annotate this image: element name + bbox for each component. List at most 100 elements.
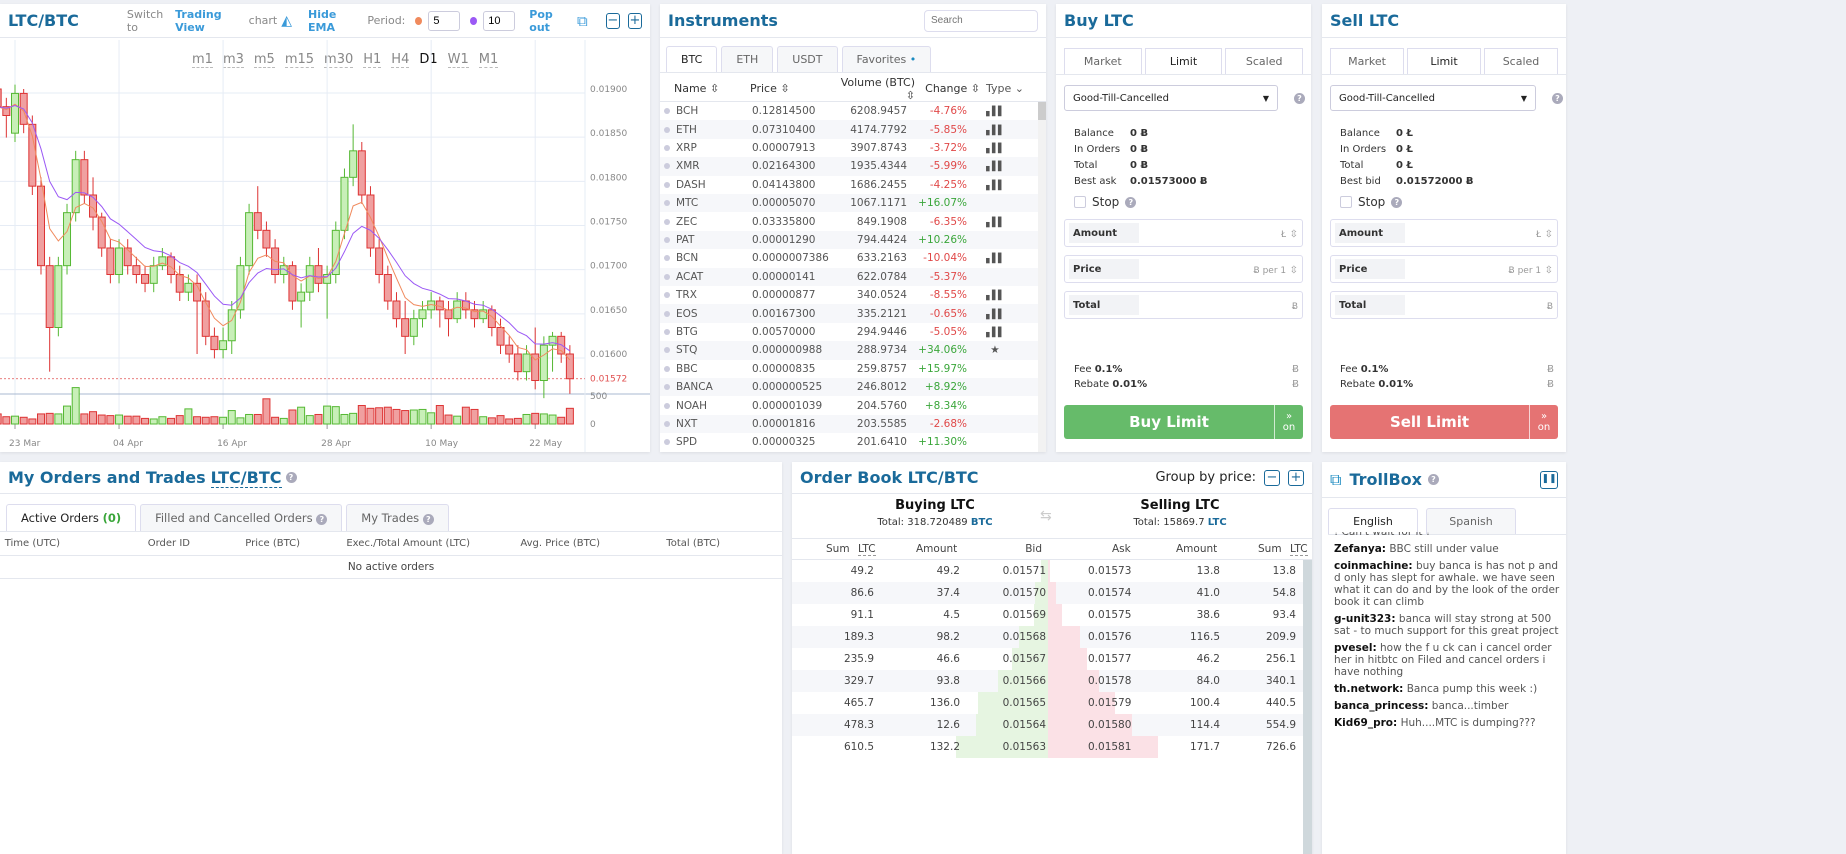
tab-favorites[interactable]: Favorites • xyxy=(841,46,932,72)
sum-unit-toggle[interactable]: LTC xyxy=(858,543,876,556)
orderbook-row[interactable]: 235.9 46.6 0.01567 0.01577 46.2 256.1 xyxy=(792,648,1312,670)
favorite-dot[interactable] xyxy=(664,439,670,446)
stop-checkbox[interactable] xyxy=(1074,196,1086,208)
help-icon[interactable]: ? xyxy=(1552,92,1563,104)
chat-username[interactable]: th.network: xyxy=(1334,683,1403,695)
candlestick-chart[interactable]: 0.01900 0.01850 0.01800 0.01750 0.01700 0.016… xyxy=(0,40,650,452)
stop-checkbox[interactable] xyxy=(1340,196,1352,208)
orders-pair-link[interactable]: LTC/BTC xyxy=(210,468,282,488)
orderbook-row[interactable]: 91.1 4.5 0.01569 0.01575 38.6 93.4 xyxy=(792,604,1312,626)
orderbook-scrollbar[interactable] xyxy=(1303,560,1312,854)
price-field[interactable]: Price Ƀ per 1 ⇳ xyxy=(1330,255,1558,283)
help-icon[interactable]: ? xyxy=(1427,474,1439,485)
favorite-dot[interactable] xyxy=(664,200,670,207)
post-only-toggle[interactable]: » on xyxy=(1529,405,1558,439)
favorite-dot[interactable] xyxy=(664,365,670,372)
favorite-dot[interactable] xyxy=(664,420,670,427)
pop-out-button[interactable]: Pop out xyxy=(529,8,571,34)
zoom-out-button[interactable]: − xyxy=(605,12,620,29)
help-icon[interactable]: ? xyxy=(1294,92,1305,104)
sell-limit-button[interactable]: Sell Limit» on xyxy=(1330,405,1558,439)
orderbook-row[interactable]: 86.6 37.4 0.01570 0.01574 41.0 54.8 xyxy=(792,582,1312,604)
chat-username[interactable]: Zefanya: xyxy=(1334,543,1386,555)
price-field[interactable]: Price Ƀ per 1 ⇳ xyxy=(1064,255,1303,283)
time-in-force-select[interactable]: Good-Till-Cancelled ▼ xyxy=(1330,85,1536,111)
tab-scaled[interactable]: Scaled xyxy=(1484,48,1558,74)
instrument-row[interactable]: NOAH 0.000001039 204.5760 +8.34% xyxy=(660,396,1038,414)
favorite-dot[interactable] xyxy=(664,144,670,151)
pause-button[interactable]: ❚❚ xyxy=(1540,470,1558,489)
tab-spanish[interactable]: Spanish xyxy=(1426,508,1516,534)
help-icon[interactable]: ? xyxy=(285,472,297,483)
instrument-row[interactable]: DASH 0.04143800 1686.2455 -4.25% ▖▌▌ xyxy=(660,176,1038,194)
orderbook-row[interactable]: 329.7 93.8 0.01566 0.01578 84.0 340.1 xyxy=(792,670,1312,692)
favorite-dot[interactable] xyxy=(664,347,670,354)
amount-field[interactable]: Amount Ł ⇳ xyxy=(1330,219,1558,247)
instrument-row[interactable]: ZEC 0.03335800 849.1908 -6.35% ▖▌▌ xyxy=(660,212,1038,230)
tab-filled-cancelled[interactable]: Filled and Cancelled Orders ? xyxy=(140,504,343,531)
instrument-row[interactable]: STQ 0.000000988 288.9734 +34.06% ★ xyxy=(660,341,1038,360)
total-field[interactable]: Total Ƀ xyxy=(1064,291,1303,319)
instrument-search-input[interactable] xyxy=(924,9,1038,32)
tab-limit[interactable]: Limit xyxy=(1407,48,1481,74)
instrument-row[interactable]: NXT 0.00001816 203.5585 -2.68% xyxy=(660,414,1038,434)
ema-slow-input[interactable] xyxy=(483,10,516,31)
instrument-row[interactable]: BANCA 0.000000525 246.8012 +8.92% xyxy=(660,378,1038,397)
instrument-row[interactable]: XRP 0.00007913 3907.8743 -3.72% ▖▌▌ xyxy=(660,139,1038,157)
total-field[interactable]: Total Ƀ xyxy=(1330,291,1558,319)
col-price[interactable]: Price ⇳ xyxy=(750,82,830,95)
tab-limit[interactable]: Limit xyxy=(1144,48,1223,74)
zoom-in-button[interactable]: + xyxy=(627,12,642,29)
orderbook-row[interactable]: 49.2 49.2 0.01571 0.01573 13.8 13.8 xyxy=(792,560,1312,582)
favorite-dot[interactable] xyxy=(664,108,670,115)
col-type[interactable]: Type ⌄ xyxy=(980,82,1030,95)
col-name[interactable]: Name ⇳ xyxy=(674,82,750,95)
orderbook-row[interactable]: 478.3 12.6 0.01564 0.01580 114.4 554.9 xyxy=(792,714,1312,736)
group-increase-button[interactable]: + xyxy=(1288,469,1304,486)
favorite-dot[interactable] xyxy=(664,292,670,299)
tab-eth[interactable]: ETH xyxy=(721,46,774,72)
trading-view-link[interactable]: Trading View xyxy=(175,8,245,34)
tab-usdt[interactable]: USDT xyxy=(777,46,838,72)
favorite-dot[interactable] xyxy=(664,163,670,170)
chat-username[interactable]: pvesel: xyxy=(1334,642,1377,654)
favorite-dot[interactable] xyxy=(664,255,670,262)
tab-active-orders[interactable]: Active Orders (0) xyxy=(6,504,137,531)
tab-english[interactable]: English xyxy=(1328,508,1418,534)
instrument-row[interactable]: BTG 0.00570000 294.9446 -5.05% ▖▌▌ xyxy=(660,323,1038,341)
post-only-toggle[interactable]: » on xyxy=(1274,405,1303,439)
buy-limit-button[interactable]: Buy Limit» on xyxy=(1064,405,1303,439)
hide-ema-button[interactable]: Hide EMA xyxy=(308,8,359,34)
chat-username[interactable]: g-unit323: xyxy=(1334,613,1396,625)
instrument-row[interactable]: MTC 0.00005070 1067.1171 +16.07% xyxy=(660,194,1038,213)
instrument-row[interactable]: TRX 0.00000877 340.0524 -8.55% ▖▌▌ xyxy=(660,286,1038,304)
favorite-dot[interactable] xyxy=(664,402,670,409)
instrument-row[interactable]: BCH 0.12814500 6208.9457 -4.76% ▖▌▌ xyxy=(660,102,1038,120)
instrument-row[interactable]: EOS 0.00167300 335.2121 -0.65% ▖▌▌ xyxy=(660,304,1038,323)
sum-unit-toggle-ask[interactable]: LTC xyxy=(1290,543,1308,556)
ema-fast-input[interactable] xyxy=(428,10,461,31)
col-change[interactable]: Change ⇳ xyxy=(915,82,980,95)
favorite-dot[interactable] xyxy=(664,273,670,280)
chat-username[interactable]: coinmachine: xyxy=(1334,560,1413,572)
group-decrease-button[interactable]: − xyxy=(1264,469,1280,486)
amount-field[interactable]: Amount Ł ⇳ xyxy=(1064,219,1303,247)
instrument-row[interactable]: XMR 0.02164300 1935.4344 -5.99% ▖▌▌ xyxy=(660,157,1038,176)
favorite-dot[interactable] xyxy=(664,236,670,243)
orderbook-row[interactable]: 610.5 132.2 0.01563 0.01581 171.7 726.6 xyxy=(792,736,1312,758)
chat-messages[interactable]: ! Can't wait for it ! Zefanya: BBC still … xyxy=(1334,532,1560,854)
tab-scaled[interactable]: Scaled xyxy=(1225,48,1304,74)
favorite-dot[interactable] xyxy=(664,384,670,391)
favorite-dot[interactable] xyxy=(664,181,670,188)
swap-icon[interactable]: ⇆ xyxy=(1040,508,1052,524)
trollbox-popout-icon[interactable]: ⧉ xyxy=(1330,470,1341,490)
instrument-row[interactable]: ACAT 0.00000141 622.0784 -5.37% xyxy=(660,267,1038,286)
favorite-dot[interactable] xyxy=(664,218,670,225)
favorite-dot[interactable] xyxy=(664,310,670,317)
orderbook-row[interactable]: 189.3 98.2 0.01568 0.01576 116.5 209.9 xyxy=(792,626,1312,648)
instruments-scrollbar[interactable] xyxy=(1038,102,1046,452)
tab-market[interactable]: Market xyxy=(1064,48,1142,74)
chat-username[interactable]: Kid69_pro: xyxy=(1334,717,1397,729)
favorite-dot[interactable] xyxy=(664,328,670,335)
chat-username[interactable]: banca_princess: xyxy=(1334,700,1428,712)
